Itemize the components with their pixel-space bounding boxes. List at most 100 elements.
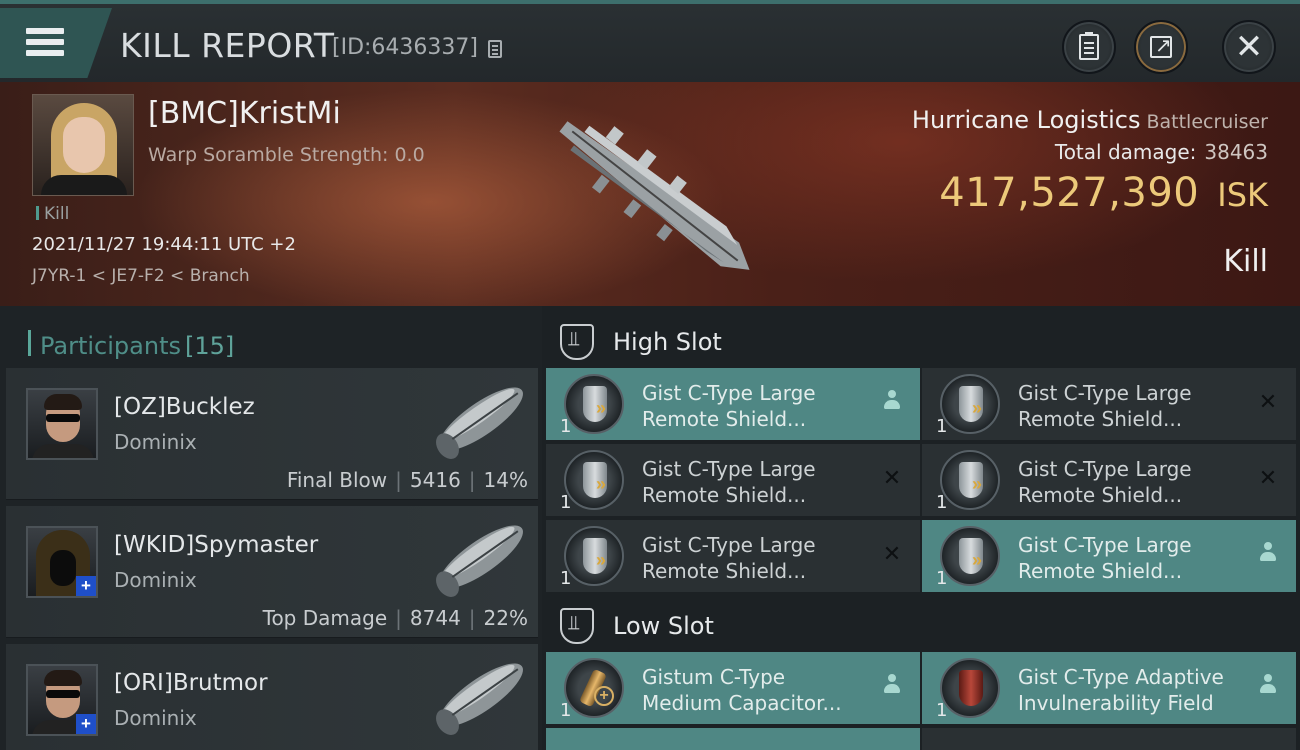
victim-portrait[interactable]	[32, 94, 134, 196]
close-icon[interactable]: ✕	[1256, 390, 1280, 414]
module-slot[interactable]: » 1 Gist C-Type Large Remote Shield... ✕	[546, 444, 920, 516]
module-slot[interactable]: » 1 Gist C-Type Large Remote Shield...	[546, 368, 920, 440]
close-icon[interactable]: ✕	[1256, 466, 1280, 490]
module-name: Gist C-Type Adaptive Invulnerability Fiel…	[1018, 665, 1224, 715]
low-slot-header: Low Slot	[542, 594, 1300, 654]
high-slot-header: High Slot	[542, 310, 1300, 370]
total-damage-label: Total damage:	[1054, 140, 1197, 164]
module-slot[interactable]: » 1 Gist C-Type Large Remote Shield... ✕	[922, 368, 1296, 440]
module-quantity: 1	[936, 492, 948, 513]
module-slot[interactable]: » 1 Gist C-Type Large Remote Shield...	[922, 520, 1296, 592]
victim-banner: [BMC]KristMi Warp Soramble Strength: 0.0…	[0, 82, 1300, 306]
person-icon[interactable]	[880, 390, 904, 414]
close-icon[interactable]: ✕	[880, 466, 904, 490]
module-quantity: 1	[560, 416, 572, 437]
module-slot-partial[interactable]	[546, 728, 920, 750]
share-button[interactable]	[1134, 20, 1188, 74]
kill-result-label: Kill	[1223, 244, 1268, 279]
invulnerability-field-icon	[940, 658, 1000, 718]
module-quantity: 1	[560, 700, 572, 721]
module-name: Gistum C-Type Medium Capacitor...	[642, 665, 842, 715]
victim-name[interactable]: [BMC]KristMi	[148, 96, 341, 131]
participant-name: [WKID]Spymaster	[114, 532, 319, 558]
participant-role: Top Damage	[262, 606, 388, 630]
module-name: Gist C-Type Large Remote Shield...	[1018, 381, 1192, 431]
copy-icon[interactable]	[488, 40, 502, 58]
hamburger-icon	[26, 28, 64, 61]
module-name: Gist C-Type Large Remote Shield...	[642, 533, 816, 583]
clipboard-button[interactable]	[1062, 20, 1116, 74]
total-damage-value: 38463	[1204, 140, 1268, 164]
kill-id: [ID:6436337]	[332, 35, 478, 60]
menu-button[interactable]	[0, 8, 112, 78]
module-slot[interactable]: + 1 Gistum C-Type Medium Capacitor...	[546, 652, 920, 724]
participant-damage: 5416	[409, 468, 461, 492]
shield-booster-icon: »	[564, 450, 624, 510]
participant-ship: Dominix	[114, 568, 197, 592]
module-name: Gist C-Type Large Remote Shield...	[642, 457, 816, 507]
avatar	[26, 388, 98, 460]
capacitor-icon: +	[564, 658, 624, 718]
participant-row[interactable]: [OZ]Bucklez Dominix Final Blow | 5416 | 14%	[6, 368, 538, 500]
module-quantity: 1	[936, 700, 948, 721]
shield-booster-icon: »	[564, 526, 624, 586]
module-name: Gist C-Type Large Remote Shield...	[1018, 533, 1192, 583]
participant-row[interactable]: + [ORI]Brutmor Dominix	[6, 644, 538, 750]
shield-booster-icon: »	[940, 450, 1000, 510]
participant-ship: Dominix	[114, 430, 197, 454]
plus-icon: +	[76, 576, 96, 596]
kill-location[interactable]: J7YR-1 < JE7-F2 < Branch	[32, 266, 250, 286]
participants-count: [15]	[185, 332, 235, 360]
module-quantity: 1	[560, 568, 572, 589]
participants-panel: Participants [15] [OZ]Bucklez Dominix Fi…	[0, 306, 542, 750]
participant-stats: Final Blow | 5416 | 14%	[286, 468, 528, 492]
module-slot[interactable]: » 1 Gist C-Type Large Remote Shield... ✕	[546, 520, 920, 592]
dominix-ship-image	[436, 663, 523, 735]
victim-ship-class: Battlecruiser	[1146, 111, 1268, 133]
page-title: KILL REPORT	[120, 26, 335, 65]
plus-icon: +	[76, 714, 96, 734]
participant-percent: 14%	[483, 468, 528, 492]
close-icon: ✕	[1234, 28, 1264, 66]
high-slot-icon	[560, 324, 594, 360]
module-slot[interactable]: 1 Gist C-Type Adaptive Invulnerability Fi…	[922, 652, 1296, 724]
module-slot-partial[interactable]	[922, 728, 1296, 750]
module-quantity: 1	[936, 416, 948, 437]
shield-booster-icon: »	[940, 526, 1000, 586]
module-name: Gist C-Type Large Remote Shield...	[1018, 457, 1192, 507]
header-bar: KILL REPORT [ID:6436337] ✕	[0, 0, 1300, 82]
victim-ship-line: Hurricane Logistics Battlecruiser	[912, 106, 1268, 134]
kill-tag: Kill	[36, 204, 69, 224]
isk-value: 417,527,390	[939, 170, 1200, 216]
participants-header: Participants [15]	[0, 314, 542, 370]
participant-stats: Top Damage | 8744 | 22%	[262, 606, 528, 630]
share-icon	[1150, 33, 1172, 58]
person-icon[interactable]	[880, 674, 904, 698]
high-slot-title: High Slot	[613, 328, 722, 356]
isk-unit: ISK	[1217, 176, 1268, 214]
module-quantity: 1	[936, 568, 948, 589]
dominix-ship-image	[436, 387, 523, 459]
fittings-panel: High Slot » 1 Gist C-Type LargeRemote Sh…	[542, 306, 1300, 750]
victim-ship-image[interactable]	[520, 96, 790, 296]
participant-name: [OZ]Bucklez	[114, 394, 255, 420]
person-icon[interactable]	[1256, 674, 1280, 698]
participant-damage: 8744	[409, 606, 461, 630]
close-icon[interactable]: ✕	[880, 542, 904, 566]
person-icon[interactable]	[1256, 542, 1280, 566]
dominix-ship-image	[436, 525, 523, 597]
module-slot[interactable]: » 1 Gist C-Type Large Remote Shield... ✕	[922, 444, 1296, 516]
victim-ship-name[interactable]: Hurricane Logistics	[912, 106, 1141, 134]
low-slot-title: Low Slot	[613, 612, 714, 640]
clipboard-icon	[1079, 32, 1099, 60]
participant-ship: Dominix	[114, 706, 197, 730]
total-damage: Total damage: 38463	[1055, 140, 1268, 164]
avatar: +	[26, 526, 98, 598]
low-slot-icon	[560, 608, 594, 644]
isk-value-line: 417,527,390 ISK	[939, 170, 1268, 216]
participant-name: [ORI]Brutmor	[114, 670, 268, 696]
module-quantity: 1	[560, 492, 572, 513]
close-button[interactable]: ✕	[1222, 20, 1276, 74]
module-name: Gist C-Type Large Remote Shield...	[642, 381, 816, 431]
participant-row[interactable]: + [WKID]Spymaster Dominix Top Damage | 874…	[6, 506, 538, 638]
